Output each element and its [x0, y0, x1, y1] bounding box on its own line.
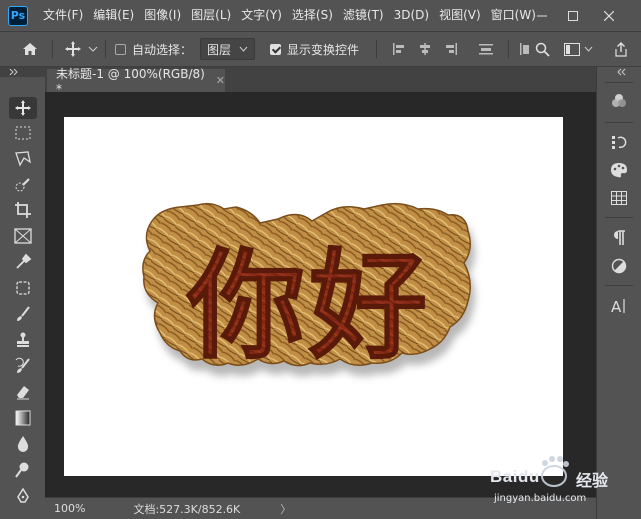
right-panel-dock: A — [596, 67, 641, 519]
palette-icon[interactable] — [605, 157, 633, 183]
document-tab[interactable]: 未标题-1 @ 100%(RGB/8) * ✕ — [47, 67, 225, 96]
menu-select[interactable]: 选择(S) — [287, 0, 338, 31]
pen-tool-icon[interactable] — [9, 485, 37, 507]
character-icon[interactable]: A — [605, 293, 633, 319]
eyedropper-tool-icon[interactable] — [9, 251, 37, 273]
layer-dropdown-value: 图层 — [207, 42, 232, 57]
gradient-tool-icon[interactable] — [9, 407, 37, 429]
baidu-watermark: Baidu 经验 jingyan.baidu.com — [490, 455, 630, 513]
status-arrow-icon[interactable]: 〉 — [280, 501, 291, 517]
healing-brush-tool-icon[interactable] — [9, 277, 37, 299]
watermark-brand-cn: 经验 — [576, 471, 609, 490]
history-icon[interactable] — [605, 129, 633, 155]
align-right-icon[interactable] — [444, 32, 458, 66]
distribute-icon[interactable] — [478, 32, 494, 66]
close-tab-icon[interactable]: ✕ — [216, 74, 225, 87]
color-wheel-icon[interactable] — [605, 88, 633, 114]
menu-type[interactable]: 文字(Y) — [236, 0, 287, 31]
auto-select-label: 自动选择： — [132, 42, 193, 57]
menu-items: 文件(F) 编辑(E) 图像(I) 图层(L) 文字(Y) 选择(S) 滤镜(T… — [38, 0, 541, 31]
blur-tool-icon[interactable] — [9, 433, 37, 455]
workspace-icon[interactable] — [564, 32, 593, 66]
chevron-down-icon — [239, 46, 248, 52]
align-center-h-icon[interactable] — [418, 32, 432, 66]
move-tool-preset-icon[interactable] — [64, 32, 98, 66]
layer-dropdown[interactable]: 图层 — [200, 38, 256, 60]
menu-filter[interactable]: 滤镜(T) — [338, 0, 389, 31]
menu-edit[interactable]: 编辑(E) — [88, 0, 139, 31]
move-tool-icon[interactable] — [9, 97, 37, 119]
svg-text:A: A — [611, 298, 622, 314]
auto-select-checkbox[interactable] — [115, 43, 126, 55]
document-info: 文档:527.3K/852.6K — [133, 502, 241, 516]
canvas-artwork: 你好 — [142, 202, 471, 376]
clone-stamp-tool-icon[interactable] — [9, 329, 37, 351]
tools-panel — [0, 77, 45, 519]
show-transform-checkbox[interactable] — [270, 43, 281, 55]
share-icon[interactable] — [614, 32, 628, 66]
restore-icon[interactable] — [558, 0, 588, 31]
adjustment-icon[interactable] — [605, 253, 633, 279]
auto-select-option[interactable]: 自动选择： — [115, 32, 192, 66]
zoom-level[interactable]: 100% — [54, 502, 85, 515]
menu-view[interactable]: 视图(V) — [434, 0, 486, 31]
close-icon[interactable] — [594, 0, 624, 31]
menu-file[interactable]: 文件(F) — [38, 0, 88, 31]
brush-tool-icon[interactable] — [9, 303, 37, 325]
search-icon[interactable] — [535, 32, 550, 66]
menu-3d[interactable]: 3D(D) — [389, 0, 434, 31]
quick-select-tool-icon[interactable] — [9, 174, 37, 196]
eraser-tool-icon[interactable] — [9, 381, 37, 403]
marquee-tool-icon[interactable] — [9, 122, 37, 144]
expand-panels-icon[interactable] — [9, 68, 19, 76]
align-top-icon[interactable] — [519, 32, 531, 66]
show-transform-label: 显示变换控件 — [287, 42, 360, 57]
crop-tool-icon[interactable] — [9, 199, 37, 221]
document-canvas[interactable]: 你好 — [64, 117, 563, 476]
dodge-tool-icon[interactable] — [9, 459, 37, 481]
options-bar: 自动选择： 图层 显示变换控件 — [0, 31, 641, 67]
menu-image[interactable]: 图像(I) — [139, 0, 186, 31]
minimize-icon[interactable] — [527, 0, 557, 31]
watermark-brand: Baidu — [490, 467, 540, 486]
photoshop-logo[interactable]: Ps — [8, 5, 28, 26]
home-icon[interactable] — [22, 32, 38, 66]
history-brush-tool-icon[interactable] — [9, 355, 37, 377]
show-transform-option[interactable]: 显示变换控件 — [270, 32, 359, 66]
canvas-text: 你好 — [186, 237, 431, 375]
menu-layer[interactable]: 图层(L) — [186, 0, 236, 31]
menu-bar: Ps 文件(F) 编辑(E) 图像(I) 图层(L) 文字(Y) 选择(S) 滤… — [0, 0, 641, 31]
frame-tool-icon[interactable] — [9, 225, 37, 247]
watermark-url: jingyan.baidu.com — [494, 493, 587, 504]
paragraph-icon[interactable] — [605, 225, 633, 251]
document-tab-bar: 未标题-1 @ 100%(RGB/8) * ✕ — [45, 67, 596, 96]
lasso-tool-icon[interactable] — [9, 148, 37, 170]
collapse-panels-icon[interactable] — [617, 68, 627, 76]
align-left-icon[interactable] — [392, 32, 406, 66]
swatches-grid-icon[interactable] — [605, 185, 633, 211]
